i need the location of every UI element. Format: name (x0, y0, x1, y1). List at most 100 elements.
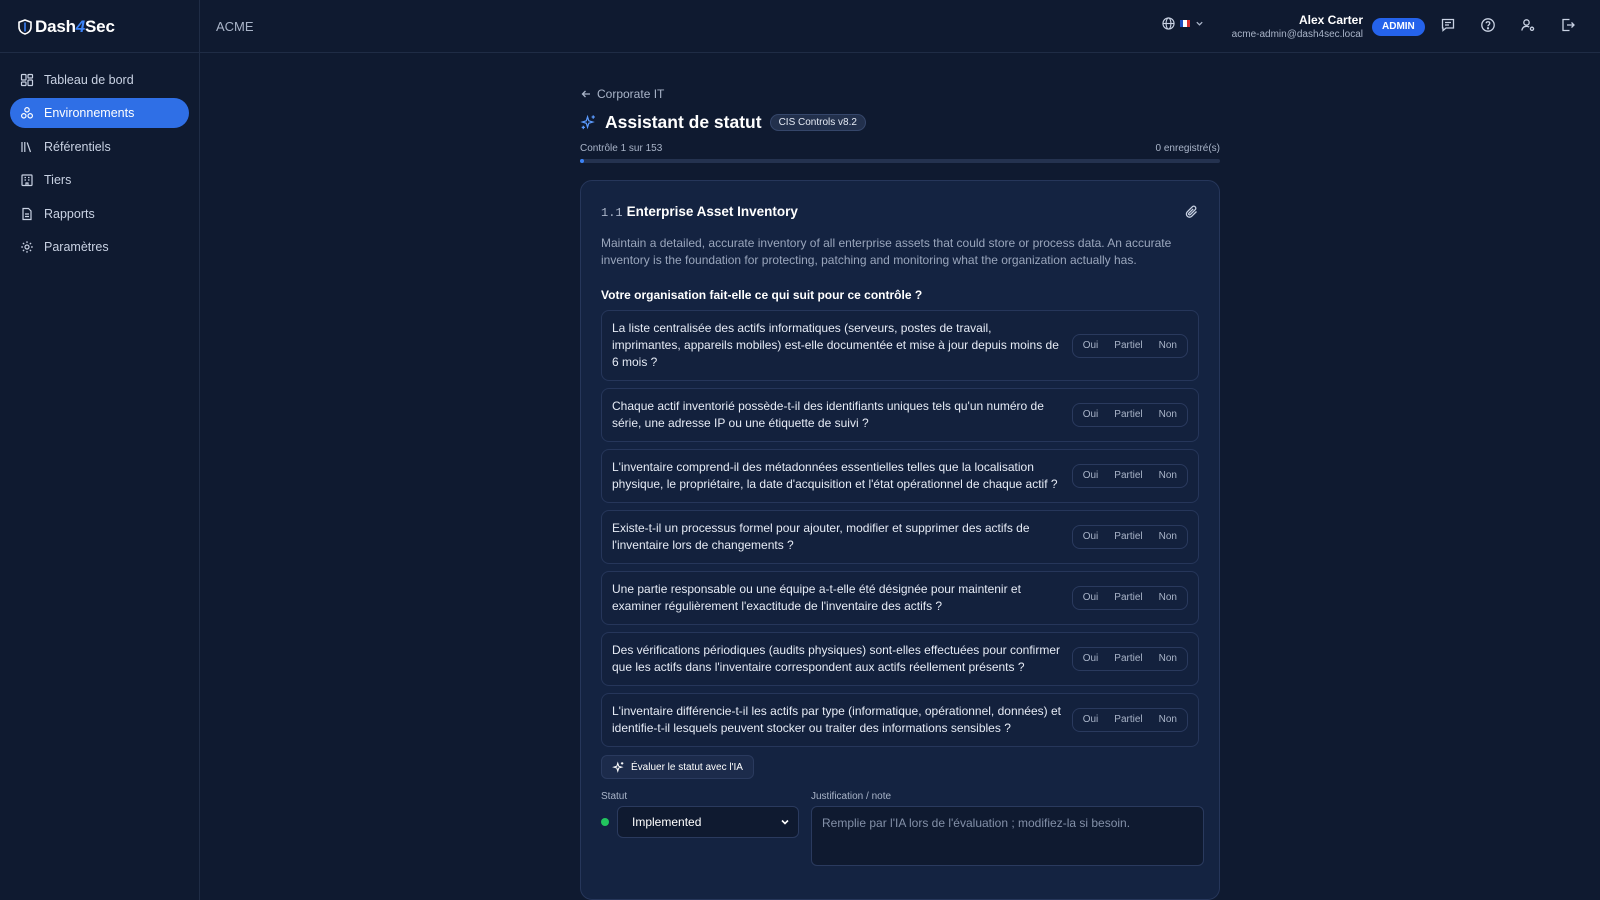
user-email: acme-admin@dash4sec.local (1231, 29, 1363, 40)
control-id: 1.1 (601, 206, 623, 220)
note-label: Justification / note (811, 791, 892, 802)
ai-evaluate-button[interactable]: Évaluer le statut avec l'IA (601, 755, 754, 779)
role-badge: ADMIN (1372, 18, 1425, 36)
logo-text-bolt: 4 (75, 16, 86, 36)
back-link-label: Corporate IT (597, 87, 665, 101)
question-item: Chaque actif inventorié possède-t-il des… (601, 388, 1199, 442)
answer-no-button[interactable]: Non (1151, 526, 1185, 548)
progress-label: Contrôle 1 sur 153 (580, 143, 663, 154)
language-selector[interactable] (1162, 17, 1204, 30)
answer-yes-button[interactable]: Oui (1075, 648, 1107, 670)
user-settings-icon[interactable] (1520, 17, 1538, 35)
question-list: La liste centralisée des actifs informat… (601, 310, 1199, 747)
answer-no-button[interactable]: Non (1151, 709, 1185, 731)
logout-icon[interactable] (1560, 17, 1578, 35)
sidebar-item-settings[interactable]: Paramètres (10, 232, 189, 262)
answer-partial-button[interactable]: Partiel (1106, 648, 1150, 670)
answer-no-button[interactable]: Non (1151, 648, 1185, 670)
flag-stripe-red (1186, 20, 1190, 27)
question-item: Existe-t-il un processus formel pour ajo… (601, 510, 1199, 564)
sidebar-item-frameworks[interactable]: Référentiels (10, 132, 189, 162)
sidebar-item-third-parties[interactable]: Tiers (10, 165, 189, 195)
arrow-left-icon (581, 90, 590, 98)
sidebar-item-reports[interactable]: Rapports (10, 199, 189, 229)
chevron-down-icon (1196, 21, 1203, 26)
user-name: Alex Carter (1298, 13, 1363, 27)
progress-labels: Contrôle 1 sur 153 0 enregistré(s) (580, 143, 1220, 154)
saved-count: 0 enregistré(s) (1155, 143, 1220, 154)
question-text: Une partie responsable ou une équipe a-t… (612, 582, 1021, 613)
answer-toggle: Oui Partiel Non (1071, 708, 1188, 732)
chevron-down-icon (781, 819, 789, 825)
question-text: Existe-t-il un processus formel pour ajo… (612, 521, 1030, 552)
sidebar-item-label: Tableau de bord (44, 73, 134, 87)
sidebar-item-label: Rapports (44, 206, 95, 221)
back-link[interactable]: Corporate IT (580, 86, 1220, 102)
question-text: L'inventaire différencie-t-il les actifs… (612, 704, 1061, 735)
answer-yes-button[interactable]: Oui (1075, 587, 1107, 609)
sparkles-icon (580, 114, 595, 129)
globe-icon (1162, 17, 1175, 30)
status-label: Statut (601, 791, 628, 802)
top-bar: Dash4Sec ACME Alex Carter acme-admin@das… (0, 0, 1600, 53)
sidebar-item-dashboard[interactable]: Tableau de bord (10, 65, 189, 95)
report-icon (22, 207, 32, 220)
question-text: Chaque actif inventorié possède-t-il des… (612, 399, 1044, 430)
control-description: Maintain a detailed, accurate inventory … (601, 236, 1172, 267)
progress-bar (580, 159, 1220, 163)
answer-partial-button[interactable]: Partiel (1106, 526, 1150, 548)
control-name: Enterprise Asset Inventory (626, 204, 798, 219)
french-flag-icon (1180, 20, 1190, 27)
answer-toggle: Oui Partiel Non (1071, 403, 1188, 427)
question-text: La liste centralisée des actifs informat… (612, 321, 1059, 369)
dashboard-icon (20, 73, 34, 87)
answer-no-button[interactable]: Non (1151, 587, 1185, 609)
control-title: 1.1 Enterprise Asset Inventory (601, 204, 798, 220)
answer-yes-button[interactable]: Oui (1075, 709, 1107, 731)
control-header: 1.1 Enterprise Asset Inventory (601, 201, 1199, 223)
answer-partial-button[interactable]: Partiel (1106, 465, 1150, 487)
answer-partial-button[interactable]: Partiel (1106, 587, 1150, 609)
answer-toggle: Oui Partiel Non (1071, 464, 1188, 488)
answer-toggle: Oui Partiel Non (1071, 333, 1188, 358)
main-content: Corporate IT Assistant de statut CIS Con… (580, 86, 1220, 900)
sidebar-item-label: Environnements (44, 106, 135, 121)
ai-evaluate-label: Évaluer le statut avec l'IA (631, 761, 743, 773)
page-title: Assistant de statut (605, 111, 762, 132)
answer-toggle: Oui Partiel Non (1071, 647, 1188, 671)
status-form: Statut Implemented Justification / note … (601, 791, 1204, 866)
sidebar: Tableau de bord Environnements Référenti… (0, 53, 200, 900)
messages-icon[interactable] (1440, 17, 1458, 35)
answer-no-button[interactable]: Non (1151, 465, 1185, 487)
answer-no-button[interactable]: Non (1151, 404, 1185, 426)
environments-icon (20, 107, 34, 119)
logo-text: Dash4Sec (35, 17, 115, 37)
note-textarea[interactable]: Remplie par l'IA lors de l'évaluation ; … (811, 806, 1204, 866)
sidebar-item-label: Tiers (44, 173, 72, 188)
framework-badge: CIS Controls v8.2 (769, 113, 866, 131)
org-name: ACME (216, 19, 254, 34)
sparkles-icon (612, 760, 624, 773)
status-indicator-dot (601, 818, 609, 826)
building-icon (21, 174, 33, 187)
answer-yes-button[interactable]: Oui (1075, 526, 1107, 548)
paperclip-icon[interactable] (1185, 205, 1199, 219)
answer-partial-button[interactable]: Partiel (1106, 404, 1150, 426)
answer-toggle: Oui Partiel Non (1071, 586, 1188, 610)
progress-bar-fill (580, 159, 585, 163)
logo[interactable]: Dash4Sec (0, 0, 200, 53)
answer-partial-button[interactable]: Partiel (1106, 335, 1150, 357)
answer-yes-button[interactable]: Oui (1075, 465, 1107, 487)
note-field: Justification / note Remplie par l'IA lo… (811, 791, 1204, 866)
status-select-value: Implemented (632, 815, 702, 829)
sidebar-item-environments[interactable]: Environnements (10, 98, 189, 129)
settings-icon (21, 241, 33, 253)
help-icon[interactable] (1480, 17, 1498, 35)
answer-yes-button[interactable]: Oui (1075, 335, 1107, 357)
answer-yes-button[interactable]: Oui (1075, 404, 1107, 426)
user-info: Alex Carter acme-admin@dash4sec.local (1232, 13, 1363, 40)
answer-no-button[interactable]: Non (1151, 335, 1185, 357)
answer-partial-button[interactable]: Partiel (1106, 709, 1150, 731)
status-select[interactable]: Implemented (617, 806, 799, 838)
shield-logo-icon (18, 18, 32, 35)
